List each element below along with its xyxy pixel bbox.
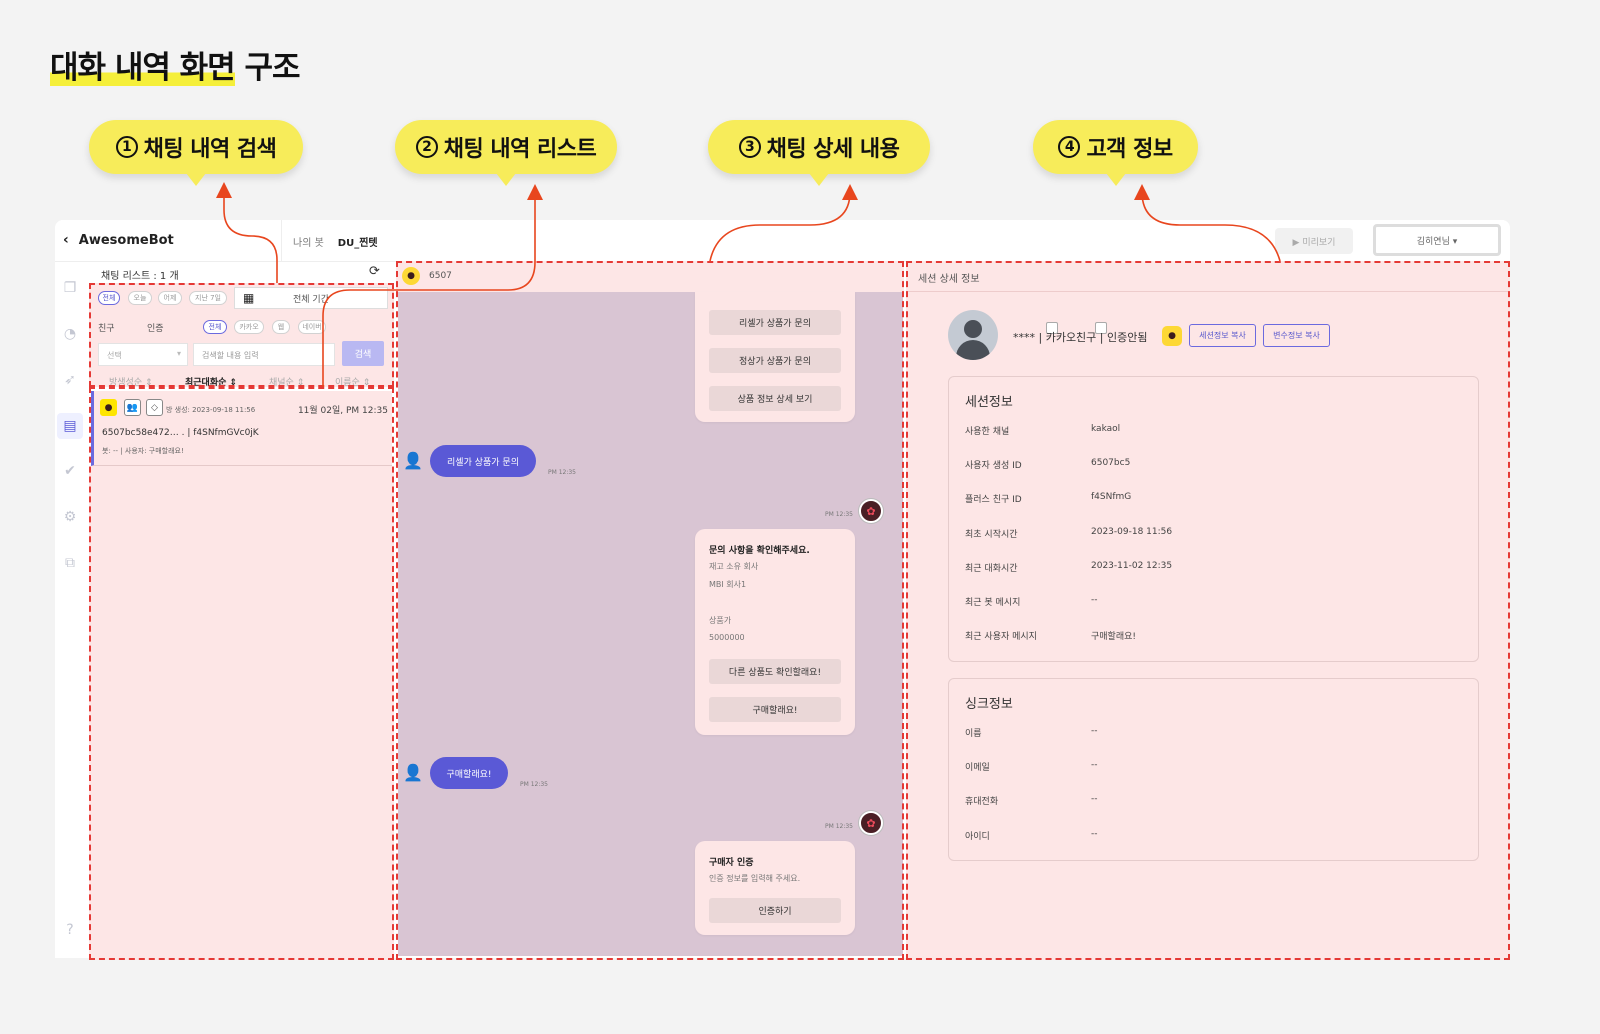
connector-arrows <box>216 182 1281 387</box>
